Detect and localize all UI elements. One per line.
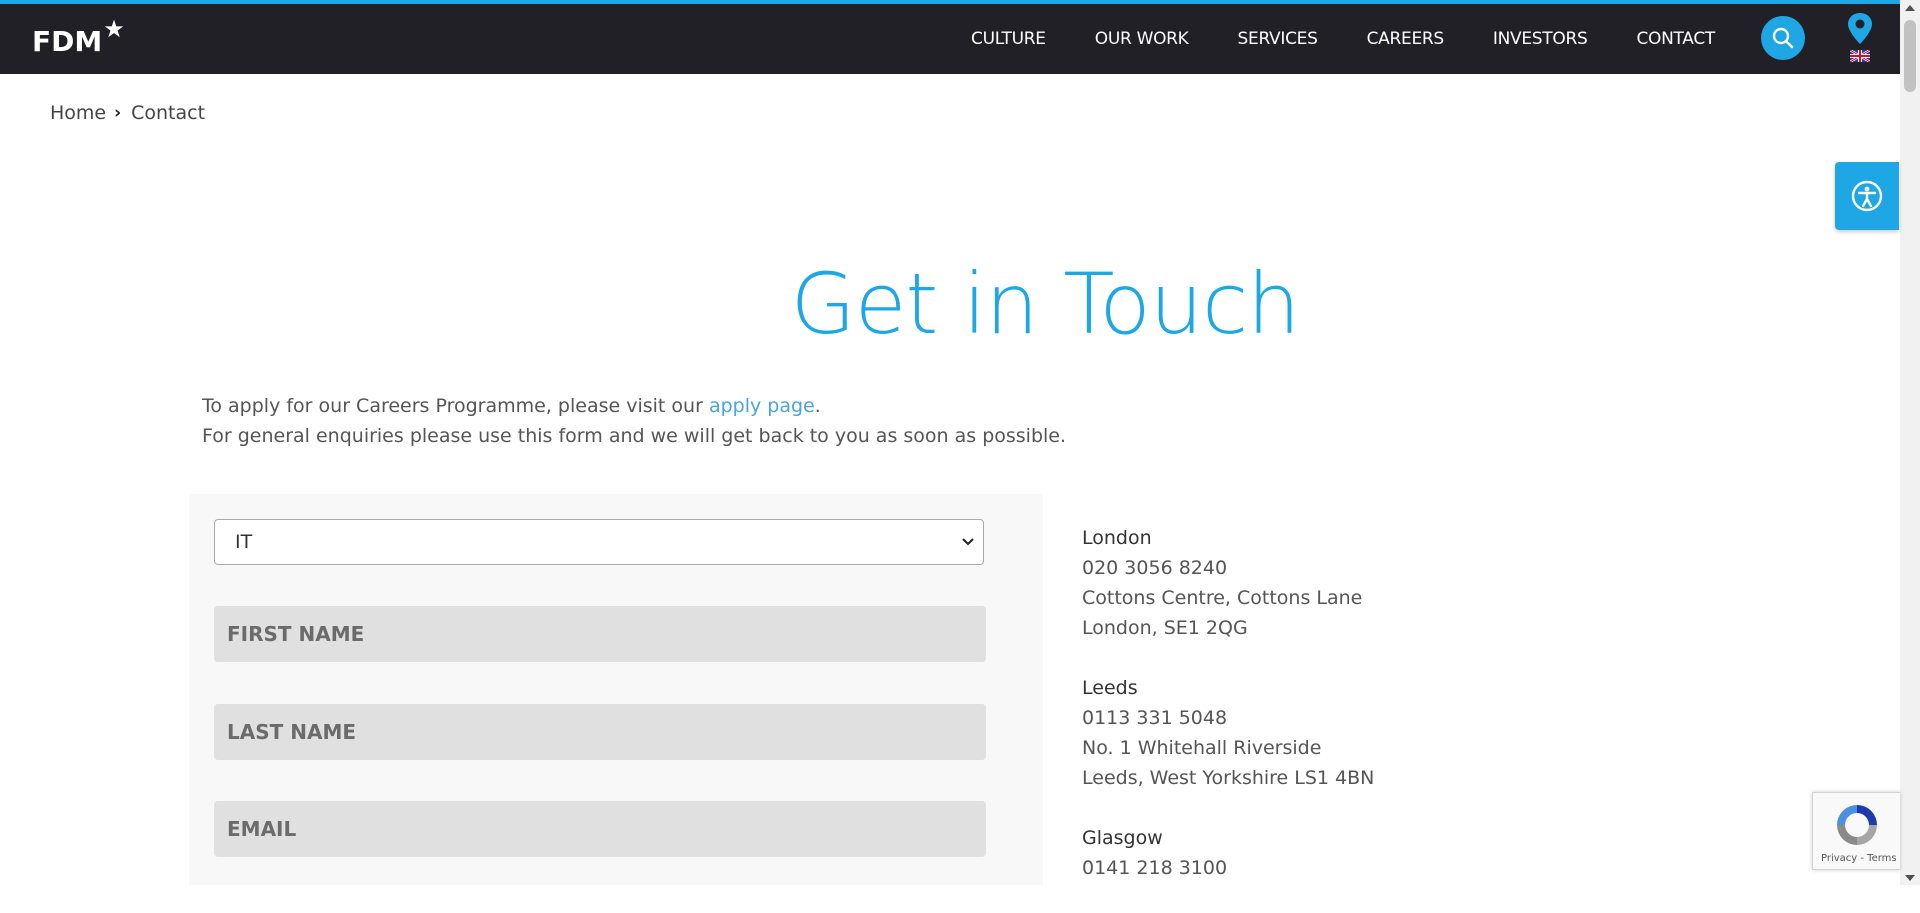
page-title: Get in Touch <box>790 255 1301 353</box>
locale-selector[interactable] <box>1846 12 1874 64</box>
chevron-right-icon: › <box>114 103 122 123</box>
chevron-down-icon <box>962 538 974 546</box>
intro-text: To apply for our Careers Programme, plea… <box>202 391 1066 451</box>
accessibility-icon <box>1851 180 1883 212</box>
office-city: London <box>1082 527 1152 549</box>
scroll-up-arrow[interactable] <box>1905 5 1915 11</box>
nav-contact[interactable]: CONTACT <box>1636 29 1715 49</box>
fdm-logo[interactable]: FDM ★ <box>32 15 125 63</box>
uk-flag-icon <box>1850 50 1870 62</box>
last-name-placeholder: LAST NAME <box>227 720 357 744</box>
breadcrumb-home[interactable]: Home <box>50 102 106 124</box>
first-name-field[interactable]: FIRST NAME <box>214 606 986 662</box>
apply-page-link[interactable]: apply page <box>709 395 815 417</box>
recaptcha-icon <box>1837 805 1877 845</box>
recaptcha-badge[interactable]: Privacy - Terms <box>1812 792 1900 870</box>
department-select-value: IT <box>235 531 253 553</box>
search-button[interactable] <box>1761 16 1805 60</box>
scroll-down-arrow[interactable] <box>1905 875 1915 881</box>
office-address-line: No. 1 Whitehall Riverside <box>1082 737 1322 759</box>
nav-careers[interactable]: CAREERS <box>1367 29 1445 49</box>
scrollbar-thumb[interactable] <box>1904 20 1916 92</box>
office-address-line: Leeds, West Yorkshire LS1 4BN <box>1082 767 1375 789</box>
email-placeholder: EMAIL <box>227 817 297 841</box>
office-leeds: Leeds 0113 331 5048 No. 1 Whitehall Rive… <box>1082 673 1374 793</box>
office-phone[interactable]: 0113 331 5048 <box>1082 703 1374 733</box>
breadcrumb: Home › Contact <box>50 102 205 124</box>
contact-form: IT FIRST NAME LAST NAME EMAIL <box>189 494 1043 885</box>
last-name-field[interactable]: LAST NAME <box>214 704 986 760</box>
department-select[interactable]: IT <box>214 519 984 565</box>
nav-culture[interactable]: CULTURE <box>971 29 1046 49</box>
search-icon <box>1772 27 1794 49</box>
office-list: London 020 3056 8240 Cottons Centre, Cot… <box>1082 523 1374 913</box>
nav-our-work[interactable]: OUR WORK <box>1095 29 1189 49</box>
first-name-placeholder: FIRST NAME <box>227 622 365 646</box>
nav-investors[interactable]: INVESTORS <box>1493 29 1588 49</box>
office-city: Leeds <box>1082 677 1138 699</box>
breadcrumb-current: Contact <box>131 102 206 124</box>
office-london: London 020 3056 8240 Cottons Centre, Cot… <box>1082 523 1374 643</box>
office-phone[interactable]: 0141 218 3100 <box>1082 853 1374 883</box>
star-icon: ★ <box>103 15 125 43</box>
office-glasgow: Glasgow 0141 218 3100 <box>1082 823 1374 883</box>
scrollbar[interactable] <box>1900 0 1920 885</box>
location-pin-icon <box>1848 13 1872 44</box>
nav-services[interactable]: SERVICES <box>1238 29 1318 49</box>
main-nav: CULTURE OUR WORK SERVICES CAREERS INVEST… <box>922 4 1715 74</box>
office-address-line: Cottons Centre, Cottons Lane <box>1082 587 1363 609</box>
accessibility-button[interactable] <box>1835 162 1899 230</box>
logo-text: FDM <box>32 24 103 58</box>
intro-line-1: To apply for our Careers Programme, plea… <box>202 395 821 417</box>
email-field[interactable]: EMAIL <box>214 801 986 857</box>
office-phone[interactable]: 020 3056 8240 <box>1082 553 1374 583</box>
intro-line-2: For general enquiries please use this fo… <box>202 425 1067 447</box>
office-address-line: London, SE1 2QG <box>1082 617 1248 639</box>
navbar: FDM ★ CULTURE OUR WORK SERVICES CAREERS … <box>0 4 1900 74</box>
recaptcha-terms[interactable]: Privacy - Terms <box>1821 853 1897 864</box>
office-city: Glasgow <box>1082 827 1163 849</box>
